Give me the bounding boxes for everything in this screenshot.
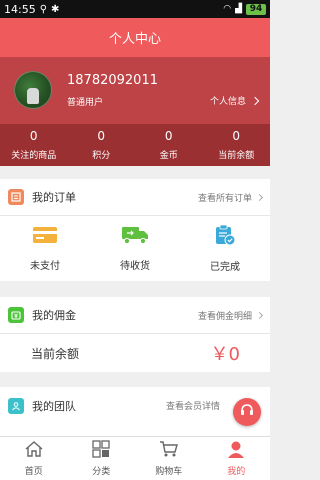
clipboard-icon — [214, 224, 236, 250]
stat-balance[interactable]: 0 当前余额 — [203, 124, 271, 166]
chevron-right-icon — [250, 96, 260, 105]
order-completed-label: 已完成 — [210, 262, 240, 273]
orders-view-all-link[interactable]: 查看所有订单 — [197, 191, 264, 204]
home-icon — [24, 440, 44, 461]
cart-icon — [159, 440, 179, 461]
team-details-link[interactable]: 查看会员详情 — [166, 399, 220, 412]
stat-label: 积分 — [92, 151, 111, 161]
balance-value: ￥0 — [210, 344, 240, 365]
orders-title: 我的订单 — [32, 191, 76, 204]
stat-label: 当前余额 — [218, 151, 255, 161]
user-role: 普通用户 — [67, 98, 104, 108]
tab-home[interactable]: 首页 — [0, 437, 68, 480]
team-icon — [8, 397, 24, 414]
stat-label: 金币 — [159, 151, 178, 161]
tab-label: 分类 — [92, 467, 111, 477]
chevron-right-icon — [255, 311, 264, 319]
card-icon — [32, 225, 58, 249]
stat-value: 0 — [97, 129, 106, 143]
profile-info-label: 个人信息 — [209, 97, 246, 107]
tab-label: 购物车 — [155, 467, 183, 477]
wifi-icon: ◠ — [223, 4, 232, 14]
order-unpaid-label: 未支付 — [30, 261, 60, 272]
orders-header[interactable]: 我的订单 查看所有订单 — [0, 179, 270, 216]
commission-header[interactable]: 我的佣金 查看佣金明细 — [0, 297, 270, 334]
page-title: 个人中心 — [108, 32, 161, 47]
commission-details-link[interactable]: 查看佣金明细 — [197, 309, 264, 322]
tab-label: 首页 — [24, 467, 43, 477]
commission-title: 我的佣金 — [32, 309, 76, 322]
profile-panel: 18782092011 普通用户 个人信息 — [0, 57, 270, 124]
balance-label: 当前余额 — [31, 346, 80, 361]
tab-cart[interactable]: 购物车 — [135, 437, 203, 480]
chevron-right-icon — [255, 193, 264, 201]
order-pending-label: 待收货 — [120, 261, 150, 272]
commission-balance-row: 当前余额 ￥0 — [0, 334, 270, 372]
stat-followed-goods[interactable]: 0 关注的商品 — [0, 124, 68, 166]
order-unpaid[interactable]: 未支付 — [0, 225, 90, 272]
stat-coins[interactable]: 0 金币 — [135, 124, 203, 166]
grid-icon — [92, 440, 110, 461]
stat-value: 0 — [232, 129, 241, 143]
team-title: 我的团队 — [32, 399, 76, 413]
usb-icon: ⚲ — [39, 3, 48, 15]
order-pending-receipt[interactable]: 待收货 — [90, 225, 180, 272]
status-bar: 14:55 ⚲ ✱ ◠ ▟ 94 — [0, 0, 270, 18]
stat-points[interactable]: 0 积分 — [68, 124, 136, 166]
tab-mine[interactable]: 我的 — [203, 437, 271, 480]
orders-view-all-label: 查看所有订单 — [197, 193, 252, 204]
stat-label: 关注的商品 — [11, 151, 57, 161]
clock: 14:55 — [4, 2, 36, 16]
bottom-tab-bar: 首页 分类 购物车 我的 — [0, 436, 270, 480]
commission-details-label: 查看佣金明细 — [197, 311, 252, 322]
orders-card: 我的订单 查看所有订单 未支付 待收货 已完成 — [0, 179, 270, 281]
team-card: 我的团队 查看会员详情 — [0, 387, 270, 436]
commission-card: 我的佣金 查看佣金明细 当前余额 ￥0 — [0, 297, 270, 372]
headset-icon — [239, 402, 255, 422]
team-details-label: 查看会员详情 — [165, 402, 220, 412]
wallet-icon — [8, 307, 24, 323]
stat-value: 0 — [164, 129, 173, 143]
stat-value: 0 — [29, 129, 38, 143]
truck-icon — [121, 225, 149, 249]
tab-label: 我的 — [227, 467, 246, 477]
avatar[interactable] — [14, 71, 52, 109]
team-header[interactable]: 我的团队 查看会员详情 — [0, 387, 270, 424]
user-phone: 18782092011 — [67, 73, 158, 88]
user-icon — [226, 440, 246, 461]
title-bar: 个人中心 — [0, 18, 270, 57]
signal-icon: ▟ — [235, 4, 242, 14]
stats-bar: 0 关注的商品 0 积分 0 金币 0 当前余额 — [0, 124, 270, 166]
order-completed[interactable]: 已完成 — [180, 224, 270, 273]
profile-info-link[interactable]: 个人信息 — [209, 94, 260, 107]
tab-category[interactable]: 分类 — [68, 437, 136, 480]
order-list-icon — [8, 189, 24, 205]
debug-icon: ✱ — [51, 3, 60, 15]
order-status-row: 未支付 待收货 已完成 — [0, 216, 270, 281]
customer-service-button[interactable] — [233, 398, 261, 426]
battery-icon: 94 — [246, 3, 266, 15]
